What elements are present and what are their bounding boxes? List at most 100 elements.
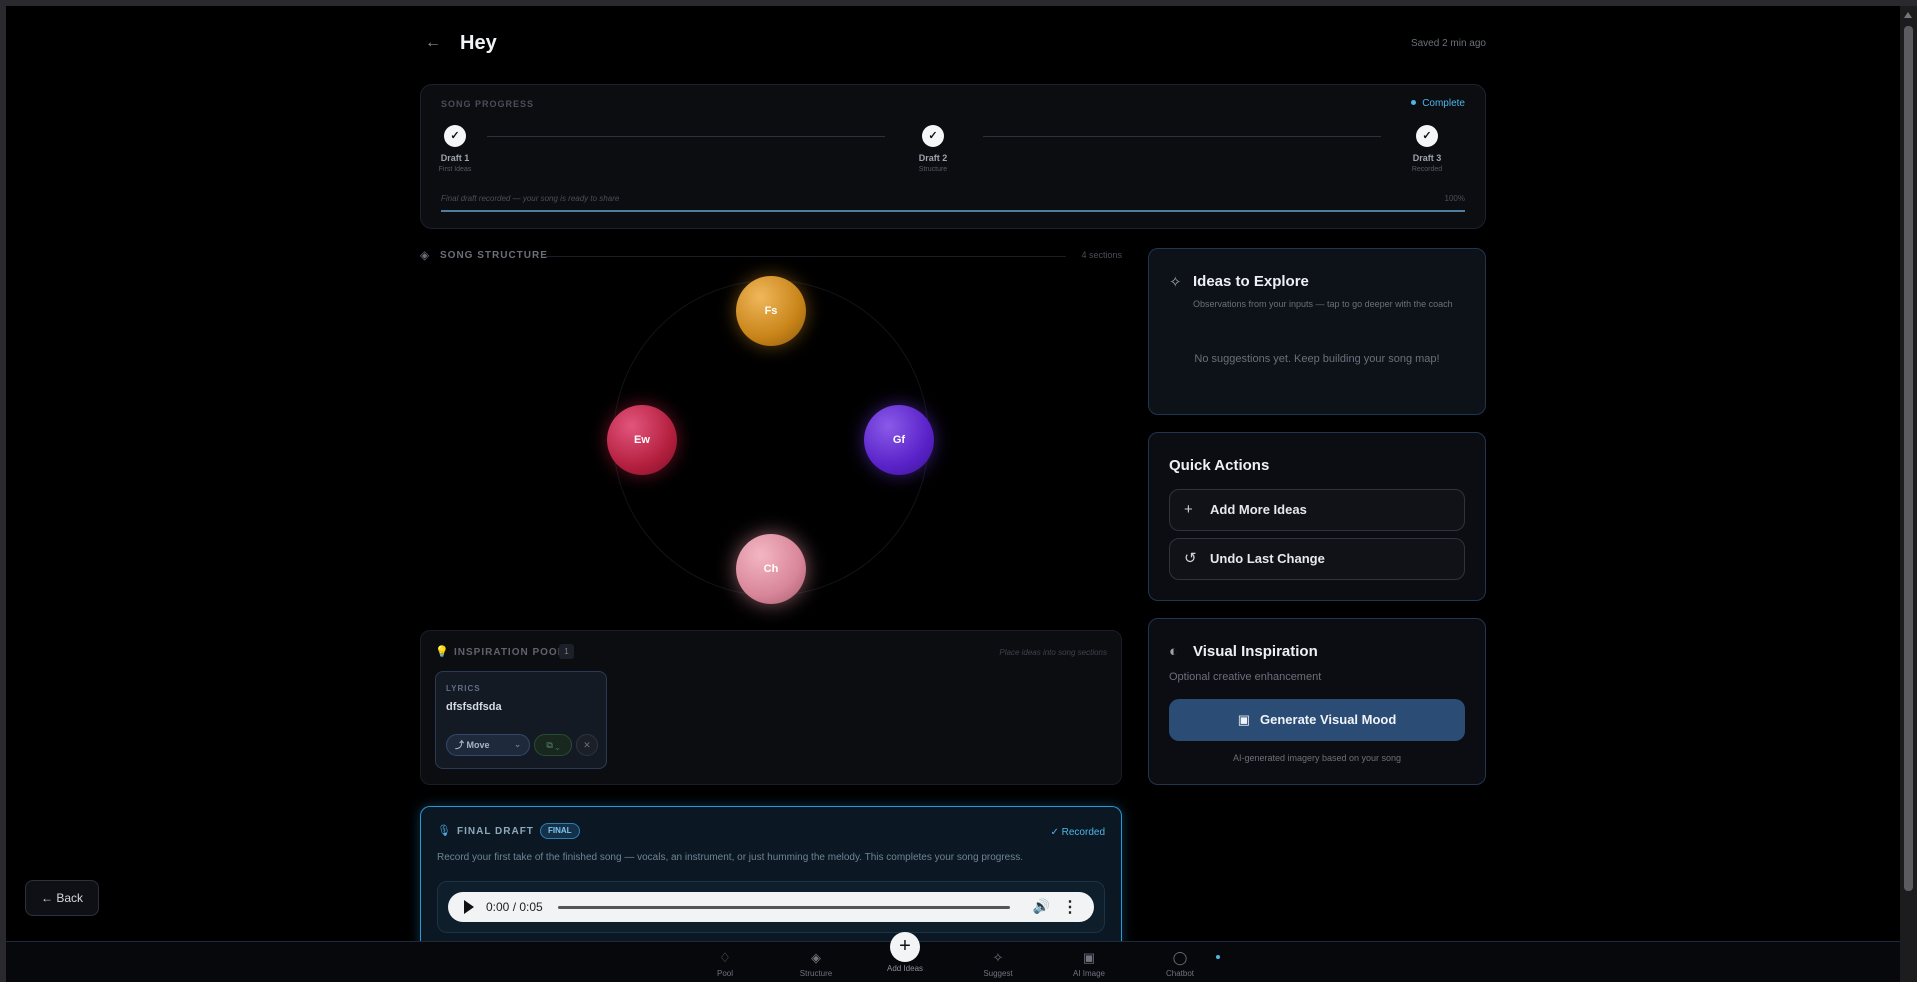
ideas-title: Ideas to Explore bbox=[1193, 273, 1309, 290]
idea-type: LYRICS bbox=[446, 684, 481, 693]
plus-icon: + bbox=[1184, 501, 1193, 518]
undo-label: Undo Last Change bbox=[1210, 551, 1325, 566]
progress-message: Final draft recorded — your song is read… bbox=[441, 194, 620, 203]
status-dot-icon bbox=[1411, 100, 1417, 105]
back-button[interactable]: ← Back bbox=[25, 880, 99, 916]
back-label: Back bbox=[56, 891, 84, 905]
step-sub: First Ideas bbox=[438, 166, 472, 173]
audio-time: 0:00 / 0:05 bbox=[486, 900, 543, 914]
audio-player[interactable]: 0:00 / 0:05 🔊 ⋮ bbox=[448, 892, 1094, 922]
section-bubble-ew[interactable]: Ew bbox=[607, 405, 677, 475]
recorded-status: ✓ Recorded bbox=[1050, 827, 1105, 838]
chat-icon: ◯ bbox=[1172, 950, 1188, 965]
audio-wrapper: 0:00 / 0:05 🔊 ⋮ bbox=[437, 881, 1105, 933]
sparkles-icon: ✧ bbox=[1169, 274, 1182, 291]
nav-add-label: Add Ideas bbox=[886, 964, 924, 973]
bottom-nav: ♢ Pool ◈ Structure + Add Ideas ✧ Suggest… bbox=[6, 932, 1900, 982]
section-bubble-gf[interactable]: Gf bbox=[864, 405, 934, 475]
pool-count-badge: 1 bbox=[559, 644, 574, 659]
divider bbox=[542, 256, 1066, 257]
layers-icon: ◈ bbox=[420, 248, 430, 262]
final-draft-description: Record your first take of the finished s… bbox=[437, 852, 1024, 863]
nav-pool[interactable]: ♢ Pool bbox=[695, 950, 755, 978]
step-draft-1[interactable]: ✓ Draft 1 First Ideas bbox=[415, 125, 495, 173]
play-icon[interactable] bbox=[464, 900, 474, 914]
page-scrollbar[interactable] bbox=[1900, 6, 1917, 982]
nav-ai-image[interactable]: ▣ AI Image bbox=[1059, 950, 1119, 978]
back-arrow-icon[interactable]: ← bbox=[425, 34, 441, 52]
add-more-ideas-label: Add More Ideas bbox=[1210, 502, 1307, 517]
audio-seek-bar[interactable] bbox=[558, 906, 1010, 909]
copy-dropdown[interactable]: ⧉ ⌄ bbox=[534, 734, 572, 756]
step-sub: Recorded bbox=[1411, 166, 1443, 173]
lightbulb-icon: ♢ bbox=[719, 950, 731, 965]
window-frame-top bbox=[0, 0, 1917, 6]
lightbulb-icon: 💡 bbox=[435, 646, 449, 658]
move-label: Move bbox=[466, 740, 490, 750]
generate-visual-mood-button[interactable]: ▣ Generate Visual Mood bbox=[1169, 699, 1465, 741]
chevron-down-icon: ⌄ bbox=[514, 740, 521, 749]
generate-label: Generate Visual Mood bbox=[1260, 712, 1397, 727]
nav-suggest-label: Suggest bbox=[983, 969, 1013, 978]
step-sub: Structure bbox=[918, 166, 948, 173]
nav-structure[interactable]: ◈ Structure bbox=[786, 950, 846, 978]
copy-icon: ⧉ ⌄ bbox=[546, 740, 560, 750]
quick-actions-card: Quick Actions + Add More Ideas ↺ Undo La… bbox=[1148, 432, 1486, 601]
final-badge: FINAL bbox=[540, 823, 580, 839]
step-name: Draft 3 bbox=[1412, 153, 1442, 163]
section-count: 4 sections bbox=[1081, 250, 1122, 260]
image-icon: ▣ bbox=[1082, 950, 1096, 965]
check-icon: ✓ bbox=[1050, 827, 1062, 838]
scrollbar-thumb[interactable] bbox=[1904, 26, 1913, 891]
final-draft-label: FINAL DRAFT bbox=[457, 826, 534, 837]
notification-dot bbox=[1216, 955, 1220, 959]
layers-icon: ◈ bbox=[811, 950, 821, 965]
song-progress-card: SONG PROGRESS Complete ✓ Draft 1 First I… bbox=[420, 84, 1486, 229]
visual-title: Visual Inspiration bbox=[1193, 643, 1318, 660]
nav-structure-label: Structure bbox=[799, 969, 833, 978]
nav-chatbot[interactable]: ◯ Chatbot bbox=[1150, 950, 1210, 978]
check-icon: ✓ bbox=[444, 125, 466, 147]
section-bubble-fs[interactable]: Fs bbox=[736, 276, 806, 346]
image-icon: ▣ bbox=[1237, 712, 1250, 727]
more-options-icon[interactable]: ⋮ bbox=[1062, 897, 1078, 917]
step-draft-3[interactable]: ✓ Draft 3 Recorded bbox=[1387, 125, 1467, 173]
visual-inspiration-card: ◐ Visual Inspiration Optional creative e… bbox=[1148, 618, 1486, 785]
ideas-to-explore-card: ✧ Ideas to Explore Observations from you… bbox=[1148, 248, 1486, 415]
palette-icon: ◐ bbox=[1169, 643, 1179, 660]
visual-subtitle: Optional creative enhancement bbox=[1169, 671, 1322, 683]
progress-status: Complete bbox=[1411, 98, 1465, 109]
idea-text: dfsfsdfsda bbox=[446, 701, 502, 713]
step-connector bbox=[983, 136, 1381, 137]
check-icon: ✓ bbox=[922, 125, 944, 147]
undo-icon: ↺ bbox=[1184, 550, 1197, 567]
visual-footer: AI-generated imagery based on your song bbox=[1232, 753, 1402, 763]
step-connector bbox=[487, 136, 885, 137]
check-icon: ✓ bbox=[1416, 125, 1438, 147]
song-structure-header: ◈ SONG STRUCTURE 4 sections bbox=[420, 248, 1122, 264]
step-draft-2[interactable]: ✓ Draft 2 Structure bbox=[893, 125, 973, 173]
page-title: Hey bbox=[460, 32, 497, 54]
nav-suggest[interactable]: ✧ Suggest bbox=[968, 950, 1028, 978]
add-more-ideas-button[interactable]: + Add More Ideas bbox=[1169, 489, 1465, 531]
sparkles-icon: ✧ bbox=[992, 950, 1004, 965]
volume-icon[interactable]: 🔊 bbox=[1033, 898, 1050, 915]
idea-card[interactable]: LYRICS dfsfsdfsda ⤴ Move ⌄ ⧉ ⌄ ✕ bbox=[435, 671, 607, 769]
inspiration-pool: 💡 INSPIRATION POOL 1 Place ideas into so… bbox=[420, 630, 1122, 785]
arrow-left-icon: ← bbox=[40, 891, 57, 905]
song-structure-label: SONG STRUCTURE bbox=[440, 250, 548, 261]
add-ideas-button[interactable]: + bbox=[890, 932, 920, 962]
progress-bar bbox=[441, 210, 1465, 212]
step-name: Draft 1 bbox=[440, 153, 470, 163]
section-bubble-ch[interactable]: Ch bbox=[736, 534, 806, 604]
scroll-up-icon[interactable] bbox=[1904, 12, 1912, 18]
remove-idea-button[interactable]: ✕ bbox=[576, 734, 598, 756]
progress-label: SONG PROGRESS bbox=[441, 99, 535, 109]
undo-last-change-button[interactable]: ↺ Undo Last Change bbox=[1169, 538, 1465, 580]
move-dropdown[interactable]: ⤴ Move ⌄ bbox=[446, 734, 530, 756]
close-icon: ✕ bbox=[583, 740, 591, 750]
nav-ai-image-label: AI Image bbox=[1072, 969, 1105, 978]
nav-chatbot-label: Chatbot bbox=[1165, 969, 1195, 978]
recorded-text: Recorded bbox=[1061, 827, 1105, 838]
page-header: ← Hey Saved 2 min ago bbox=[420, 28, 1486, 60]
